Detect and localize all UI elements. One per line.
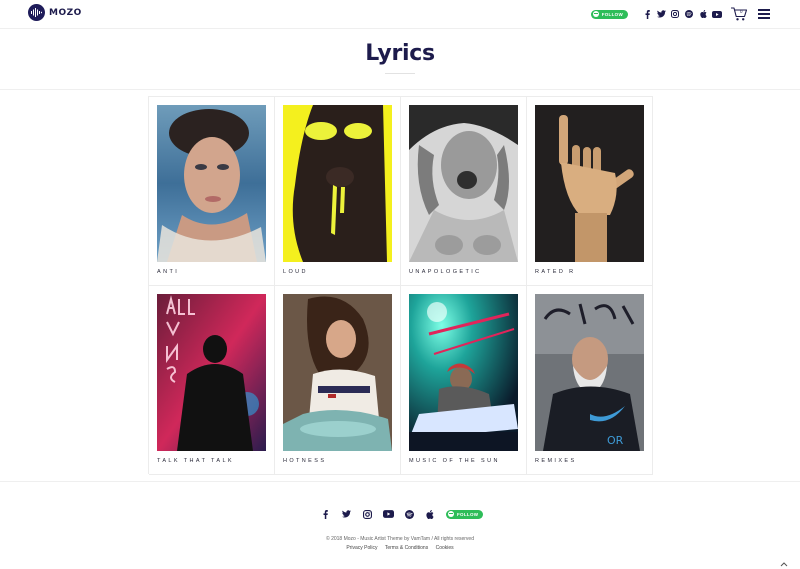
album-card[interactable]: LOUD xyxy=(275,97,401,286)
footer-link-terms[interactable]: Terms & Conditions xyxy=(385,545,428,551)
footer-link-cookies[interactable]: Cookies xyxy=(436,545,454,551)
title-divider xyxy=(0,89,800,90)
album-card[interactable]: ANTI xyxy=(149,97,275,286)
lyrics-grid: ANTI LOUD UNAPOLOGETIC RATED R TALK THAT… xyxy=(148,96,653,475)
album-title[interactable]: HOTNESS xyxy=(283,458,326,464)
twitter-icon[interactable] xyxy=(339,507,353,521)
album-cover-image[interactable] xyxy=(409,105,518,262)
chevron-up-icon[interactable] xyxy=(780,554,790,567)
menu-icon[interactable] xyxy=(758,9,770,19)
footer-social-links: FOLLOW xyxy=(318,507,484,521)
spotify-icon[interactable] xyxy=(402,507,416,521)
album-cover-image[interactable] xyxy=(535,105,644,262)
album-title[interactable]: TALK THAT TALK xyxy=(157,458,234,464)
album-title[interactable]: LOUD xyxy=(283,269,308,275)
footer-links: Privacy Policy Terms & Conditions Cookie… xyxy=(0,545,800,551)
album-card[interactable]: RATED R xyxy=(527,97,653,286)
copyright-text: © 2018 Mozo - Music Artist Theme by VamT… xyxy=(326,536,474,542)
spotify-follow-button[interactable]: FOLLOW xyxy=(446,509,484,519)
instagram-icon[interactable] xyxy=(360,507,374,521)
title-underline xyxy=(385,73,415,74)
spotify-icon xyxy=(592,11,599,17)
album-title[interactable]: UNAPOLOGETIC xyxy=(409,269,482,275)
cart-icon[interactable]: 0 xyxy=(730,6,750,22)
album-title[interactable]: RATED R xyxy=(535,269,576,275)
album-title[interactable]: MUSIC OF THE SUN xyxy=(409,458,500,464)
album-cover-image[interactable] xyxy=(409,294,518,451)
album-cover-image[interactable] xyxy=(283,294,392,451)
logo-text: MOZO xyxy=(49,7,82,18)
facebook-icon[interactable] xyxy=(640,7,654,21)
album-title[interactable]: REMIXES xyxy=(535,458,577,464)
album-card[interactable]: UNAPOLOGETIC xyxy=(401,97,527,286)
album-card[interactable]: HOTNESS xyxy=(275,286,401,475)
svg-text:OR: OR xyxy=(607,434,624,447)
twitter-icon[interactable] xyxy=(654,7,668,21)
header-actions: FOLLOW 0 xyxy=(590,6,770,22)
follow-label: FOLLOW xyxy=(457,511,479,517)
album-card[interactable]: MUSIC OF THE SUN xyxy=(401,286,527,475)
album-cover-image[interactable] xyxy=(157,105,266,262)
apple-icon[interactable] xyxy=(696,7,710,21)
footer-divider xyxy=(0,481,800,482)
album-cover-image[interactable] xyxy=(157,294,266,451)
facebook-icon[interactable] xyxy=(318,507,332,521)
page-title: Lyrics xyxy=(365,41,435,66)
cart-count: 0 xyxy=(740,9,743,14)
header-divider xyxy=(0,28,800,29)
follow-label: FOLLOW xyxy=(601,11,623,17)
logo-soundwave-icon xyxy=(28,4,45,21)
apple-icon[interactable] xyxy=(423,507,437,521)
footer-link-privacy-policy[interactable]: Privacy Policy xyxy=(346,545,377,551)
instagram-icon[interactable] xyxy=(668,7,682,21)
site-header: MOZO FOLLOW 0 xyxy=(0,0,800,28)
youtube-icon[interactable] xyxy=(710,7,724,21)
logo-link[interactable]: MOZO xyxy=(28,4,82,21)
album-cover-image[interactable] xyxy=(283,105,392,262)
spotify-follow-button[interactable]: FOLLOW xyxy=(590,9,628,19)
album-title[interactable]: ANTI xyxy=(157,269,179,275)
spotify-icon xyxy=(448,511,454,517)
album-card[interactable]: TALK THAT TALK xyxy=(149,286,275,475)
album-cover-image[interactable]: OR xyxy=(535,294,644,451)
album-card[interactable]: OR REMIXES xyxy=(527,286,653,475)
youtube-icon[interactable] xyxy=(381,507,395,521)
spotify-icon[interactable] xyxy=(682,7,696,21)
